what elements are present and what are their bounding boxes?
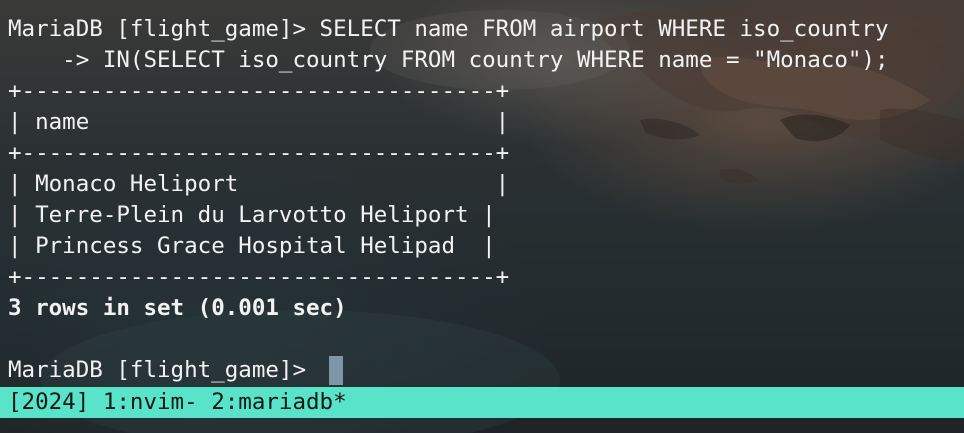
table-row: | Monaco Heliport | <box>8 171 510 197</box>
command-prompt[interactable]: MariaDB [flight_game]> <box>8 355 320 386</box>
text-cursor <box>329 356 343 385</box>
prompt-query-line-2: -> IN(SELECT iso_country FROM country WH… <box>8 47 889 73</box>
tmux-status-text: [2024] 1:nvim- 2:mariadb* <box>8 389 347 415</box>
prompt-query-line-1: MariaDB [flight_game]> SELECT name FROM … <box>8 16 889 42</box>
table-border-header: +-----------------------------------+ <box>8 140 510 166</box>
table-border-top: +-----------------------------------+ <box>8 78 510 104</box>
terminal-window[interactable]: MariaDB [flight_game]> SELECT name FROM … <box>0 0 964 433</box>
table-border-bottom: +-----------------------------------+ <box>8 264 510 290</box>
tmux-status-bar[interactable]: [2024] 1:nvim- 2:mariadb* <box>0 387 964 418</box>
table-row: | Princess Grace Hospital Helipad | <box>8 233 496 259</box>
table-header-row: | name | <box>8 109 510 135</box>
result-summary: 3 rows in set (0.001 sec) <box>8 295 347 321</box>
table-row: | Terre-Plein du Larvotto Heliport | <box>8 202 496 228</box>
